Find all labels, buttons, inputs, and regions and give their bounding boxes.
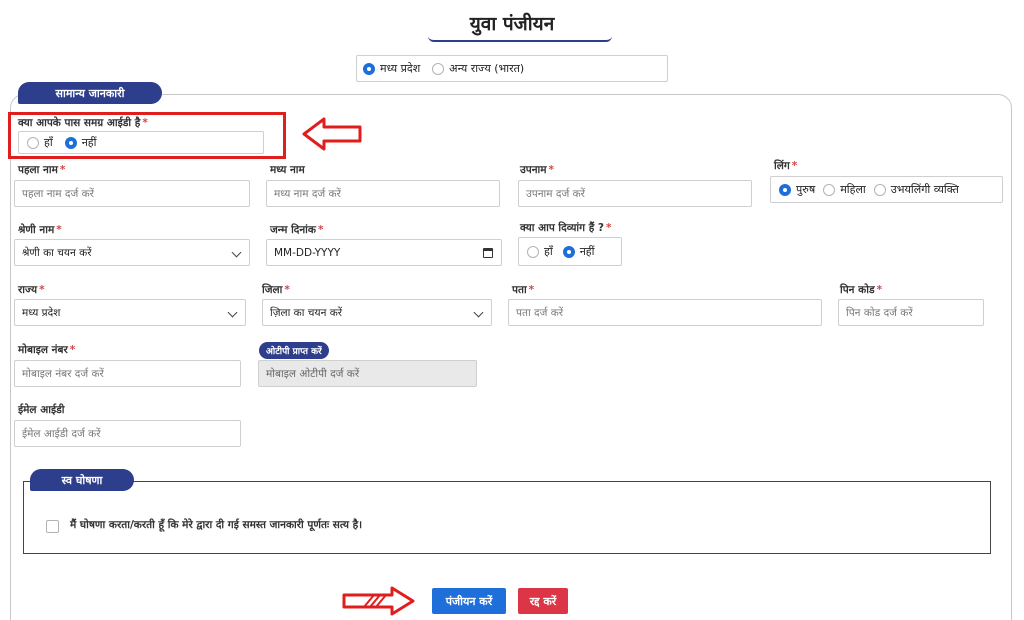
state-select-value: मध्य प्रदेश [22,306,61,319]
disabled-option-no-label: नहीं [579,245,595,258]
disabled-option-yes[interactable]: हाँ [527,244,553,259]
last-name-label: उपनाम * [520,163,554,177]
gender-option-male[interactable]: पुरुष [779,182,815,197]
category-select-value: श्रेणी का चयन करें [22,246,92,259]
middle-name-label: मध्य नाम [270,164,305,176]
chevron-down-icon [473,307,484,318]
radio-male[interactable] [779,183,791,196]
cancel-button[interactable]: रद्द करें [518,588,568,614]
disabled-required-mark: * [606,222,612,234]
state-select[interactable]: मध्य प्रदेश [14,299,246,326]
radio-disabled-no[interactable] [562,245,575,258]
first-name-label: पहला नाम * [18,163,65,177]
address-label: पता * [512,283,534,297]
district-select-value: ज़िला का चयन करें [270,306,343,319]
state-option-mp[interactable]: मध्य प्रदेश [363,61,420,76]
annotation-arrow-right-icon [342,586,415,616]
disabled-option-no[interactable]: नहीं [562,244,595,259]
state-option-other-label: अन्य राज्य (भारत) [449,62,525,75]
radio-other-state[interactable] [432,62,445,75]
title-underline [428,36,612,42]
middle-name-input[interactable]: मध्य नाम दर्ज करें [266,180,500,207]
address-label-text: पता [512,284,527,296]
radio-female[interactable] [823,183,836,196]
disabled-label-text: क्या आप दिव्यांग हैं ? [520,222,605,234]
declaration-checkbox[interactable] [46,520,59,533]
first-name-input[interactable]: पहला नाम दर्ज करें [14,180,250,207]
annotation-arrow-left-icon [302,117,362,151]
dob-required-mark: * [317,224,324,236]
chevron-down-icon [227,307,238,318]
gender-required-mark: * [791,160,798,172]
gender-option-transgender[interactable]: उभयलिंगी व्यक्ति [873,182,959,197]
mobile-required-mark: * [69,344,76,356]
dob-label-text: जन्म दिनांक [270,224,316,236]
last-name-input[interactable]: उपनाम दर्ज करें [518,180,752,207]
disabled-radio-group: हाँ नहीं [518,237,622,266]
last-name-required-mark: * [548,164,555,176]
state-option-mp-label: मध्य प्रदेश [380,62,421,75]
radio-transgender[interactable] [873,183,886,196]
page-title: युवा पंजीयन [469,13,555,35]
get-otp-button[interactable]: ओटीपी प्राप्त करें [259,342,329,359]
calendar-icon[interactable] [483,248,493,258]
declaration-text: मैं घोषणा करता/करती हूँ कि मेरे द्वारा द… [70,519,363,531]
pincode-label-text: पिन कोड [840,284,875,296]
dob-input-value: MM-DD-YYYY [274,246,341,259]
last-name-label-text: उपनाम [520,164,547,176]
section-tab-declaration: स्व घोषणा [30,469,134,491]
mobile-label-text: मोबाइल नंबर [18,344,68,356]
section-tab-general: सामान्य जानकारी [18,82,162,104]
pincode-required-mark: * [876,284,883,296]
chevron-down-icon [231,247,242,258]
pincode-label: पिन कोड * [840,283,882,297]
category-required-mark: * [56,224,62,236]
address-required-mark: * [528,284,535,296]
state-choice-group: मध्य प्रदेश अन्य राज्य (भारत) [356,55,668,82]
mobile-input[interactable]: मोबाइल नंबर दर्ज करें [14,360,241,387]
annotation-highlight-box [8,112,286,159]
category-label-text: श्रेणी नाम [18,224,55,236]
first-name-required-mark: * [59,164,66,176]
radio-disabled-yes[interactable] [527,245,539,258]
state-label: राज्य * [18,283,45,297]
district-select[interactable]: ज़िला का चयन करें [262,299,492,326]
mobile-label: मोबाइल नंबर * [18,343,75,357]
address-input[interactable]: पता दर्ज करें [508,299,822,326]
first-name-label-text: पहला नाम [18,164,58,176]
district-label-text: जिला [262,284,283,296]
gender-label: लिंग * [774,159,797,173]
gender-radio-group: पुरुष महिला उभयलिंगी व्यक्ति [770,176,1003,203]
gender-label-text: लिंग [774,160,790,172]
dob-label: जन्म दिनांक * [270,223,323,237]
gender-option-transgender-label: उभयलिंगी व्यक्ति [890,183,959,196]
disabled-option-yes-label: हाँ [544,245,553,258]
state-required-mark: * [39,284,45,296]
dob-input[interactable]: MM-DD-YYYY [266,239,502,266]
gender-option-male-label: पुरुष [796,183,816,196]
radio-mp[interactable] [363,62,375,75]
disabled-label: क्या आप दिव्यांग हैं ? * [520,221,612,235]
state-option-other[interactable]: अन्य राज्य (भारत) [432,61,524,76]
pincode-input[interactable]: पिन कोड दर्ज करें [838,299,984,326]
district-label: जिला * [262,283,290,297]
email-label: ईमेल आईडी [18,404,65,416]
otp-input: मोबाइल ओटीपी दर्ज करें [258,360,477,387]
state-label-text: राज्य [18,284,38,296]
gender-option-female-label: महिला [840,183,866,196]
category-select[interactable]: श्रेणी का चयन करें [14,239,250,266]
register-button[interactable]: पंजीयन करें [432,588,506,614]
gender-option-female[interactable]: महिला [823,182,866,197]
district-required-mark: * [284,284,290,296]
email-input[interactable]: ईमेल आईडी दर्ज करें [14,420,241,447]
category-label: श्रेणी नाम * [18,223,62,237]
